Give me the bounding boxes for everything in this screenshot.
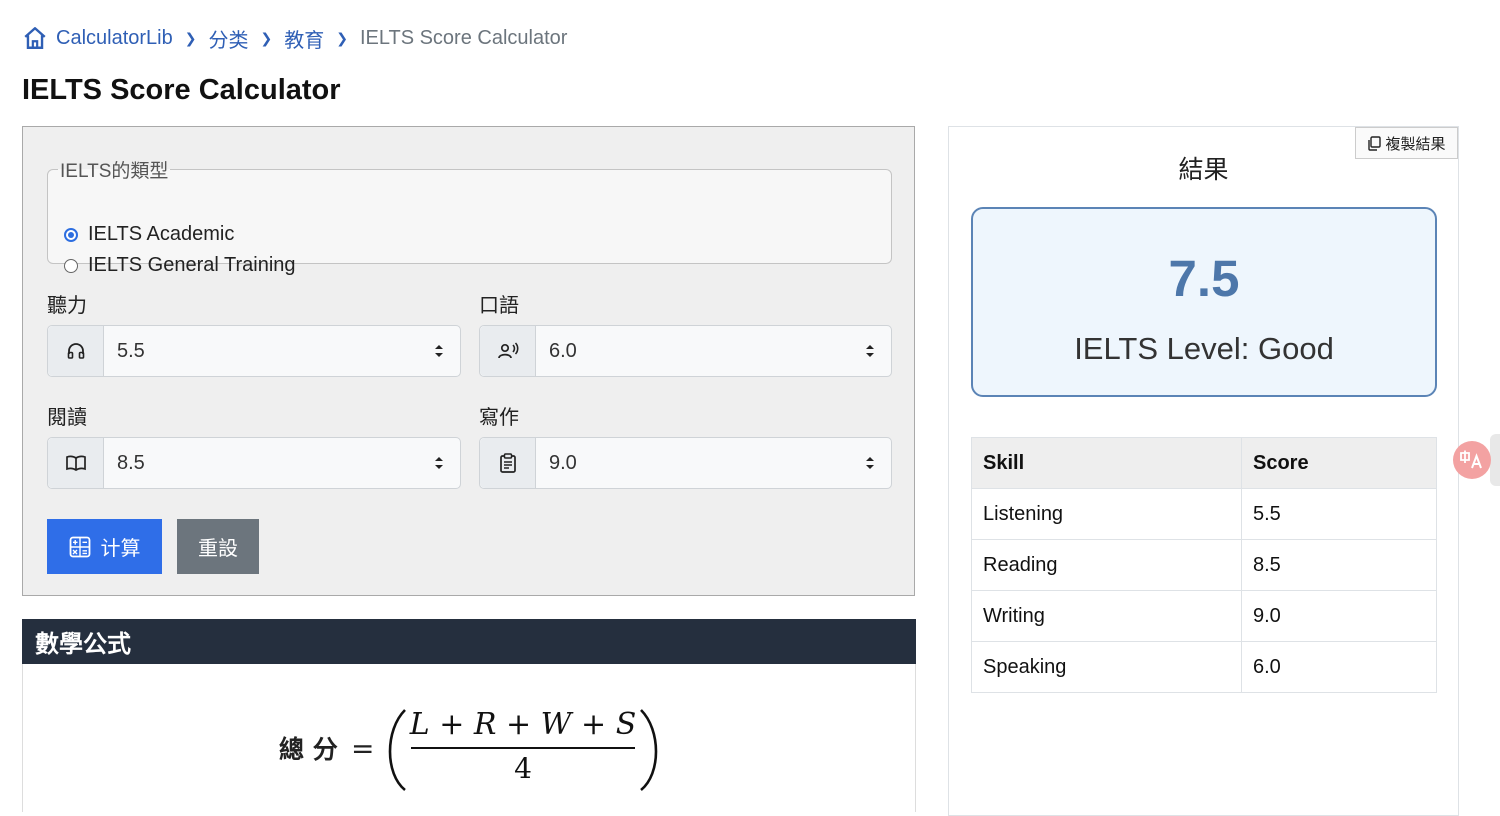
radio-academic[interactable]: IELTS Academic [64, 223, 234, 246]
reading-value: 8.5 [117, 451, 145, 474]
breadcrumb-category-link[interactable]: 分类 [208, 24, 248, 53]
reading-select[interactable]: 8.5 [47, 437, 461, 489]
page-title: IELTS Score Calculator [22, 74, 341, 106]
headphones-icon [48, 326, 104, 376]
reading-label: 閱讀 [47, 407, 87, 429]
calculator-icon [69, 536, 90, 557]
select-caret-icon [435, 345, 443, 357]
side-widget-tab [1490, 434, 1500, 486]
table-cell-skill: Listening [971, 488, 1242, 540]
left-paren [388, 709, 406, 792]
table-header-row: Skill Score [971, 437, 1437, 489]
table-cell-skill: Writing [971, 590, 1242, 642]
breadcrumb-home-link[interactable]: CalculatorLib [56, 27, 173, 50]
ielts-level: IELTS Level: Good [1074, 331, 1334, 366]
formula-section: 總 分 = L + R + W + S 4 [22, 664, 916, 812]
listening-label: 聽力 [47, 295, 87, 317]
score-card: 7.5 IELTS Level: Good [971, 207, 1437, 397]
book-icon [48, 438, 104, 488]
ielts-type-legend: IELTS的類型 [60, 161, 169, 182]
writing-label: 寫作 [479, 407, 519, 429]
right-paren [640, 709, 658, 792]
table-cell-skill: Speaking [971, 641, 1242, 693]
listening-select[interactable]: 5.5 [47, 325, 461, 377]
table-row: Reading 8.5 [971, 539, 1437, 591]
formula-equals: = [351, 732, 374, 765]
breadcrumb-current: IELTS Score Calculator [359, 26, 568, 49]
writing-value: 9.0 [549, 451, 577, 474]
reset-button-label: 重設 [198, 538, 238, 560]
table-cell-skill: Reading [971, 539, 1242, 591]
writing-select[interactable]: 9.0 [479, 437, 892, 489]
calculate-button-label: 计算 [100, 538, 141, 560]
breadcrumb-education-link[interactable]: 教育 [284, 24, 324, 53]
chevron-right-icon: ❯ [260, 29, 273, 46]
table-cell-score: 5.5 [1241, 488, 1437, 540]
table-header-skill: Skill [971, 437, 1242, 489]
score-table: Skill Score Listening 5.5 Reading 8.5 Wr… [971, 437, 1437, 693]
table-row: Listening 5.5 [971, 488, 1437, 540]
speaking-select[interactable]: 6.0 [479, 325, 892, 377]
radio-general-training-label: IELTS General Training [88, 254, 296, 276]
select-caret-icon [866, 457, 874, 469]
table-cell-score: 9.0 [1241, 590, 1437, 642]
table-header-score: Score [1241, 437, 1437, 489]
table-cell-score: 6.0 [1241, 641, 1437, 693]
radio-academic-label: IELTS Academic [88, 223, 235, 245]
radio-academic-input[interactable] [64, 227, 78, 242]
radio-general-training[interactable]: IELTS General Training [64, 254, 296, 277]
formula-lhs: 總 分 [279, 735, 338, 764]
reset-button[interactable]: 重設 [177, 519, 259, 574]
formula-equation: 總 分 = L + R + W + S 4 [279, 707, 658, 792]
calculate-button[interactable]: 计算 [47, 519, 162, 574]
ielts-type-group: IELTS的類型 IELTS Academic IELTS General Tr… [47, 156, 892, 276]
clipboard-icon [480, 438, 536, 488]
formula-numerator: L + R + W + S [409, 707, 637, 742]
translate-icon[interactable] [1453, 441, 1491, 479]
calculator-form: IELTS的類型 IELTS Academic IELTS General Tr… [22, 126, 915, 596]
table-cell-score: 8.5 [1241, 539, 1437, 591]
chevron-right-icon: ❯ [336, 29, 348, 46]
formula-denominator: 4 [514, 752, 532, 785]
overall-score: 7.5 [1168, 250, 1240, 307]
breadcrumb: CalculatorLib ❯ 分类 ❯ 教育 ❯ IELTS Score Ca… [22, 22, 567, 54]
select-caret-icon [866, 345, 874, 357]
copy-icon [1368, 135, 1382, 151]
listening-value: 5.5 [117, 339, 145, 362]
result-panel: 複製結果 結果 7.5 IELTS Level: Good Skill Scor… [948, 126, 1459, 816]
speaking-label: 口語 [479, 295, 519, 317]
formula-header: 數學公式 [22, 619, 916, 664]
home-icon[interactable] [22, 25, 48, 51]
result-title: 結果 [1178, 156, 1229, 184]
select-caret-icon [435, 457, 443, 469]
speaking-value: 6.0 [549, 339, 577, 362]
chevron-right-icon: ❯ [184, 29, 197, 46]
table-row: Speaking 6.0 [971, 641, 1437, 693]
table-row: Writing 9.0 [971, 590, 1437, 642]
speaking-person-icon [480, 326, 536, 376]
radio-general-training-input[interactable] [64, 258, 78, 273]
